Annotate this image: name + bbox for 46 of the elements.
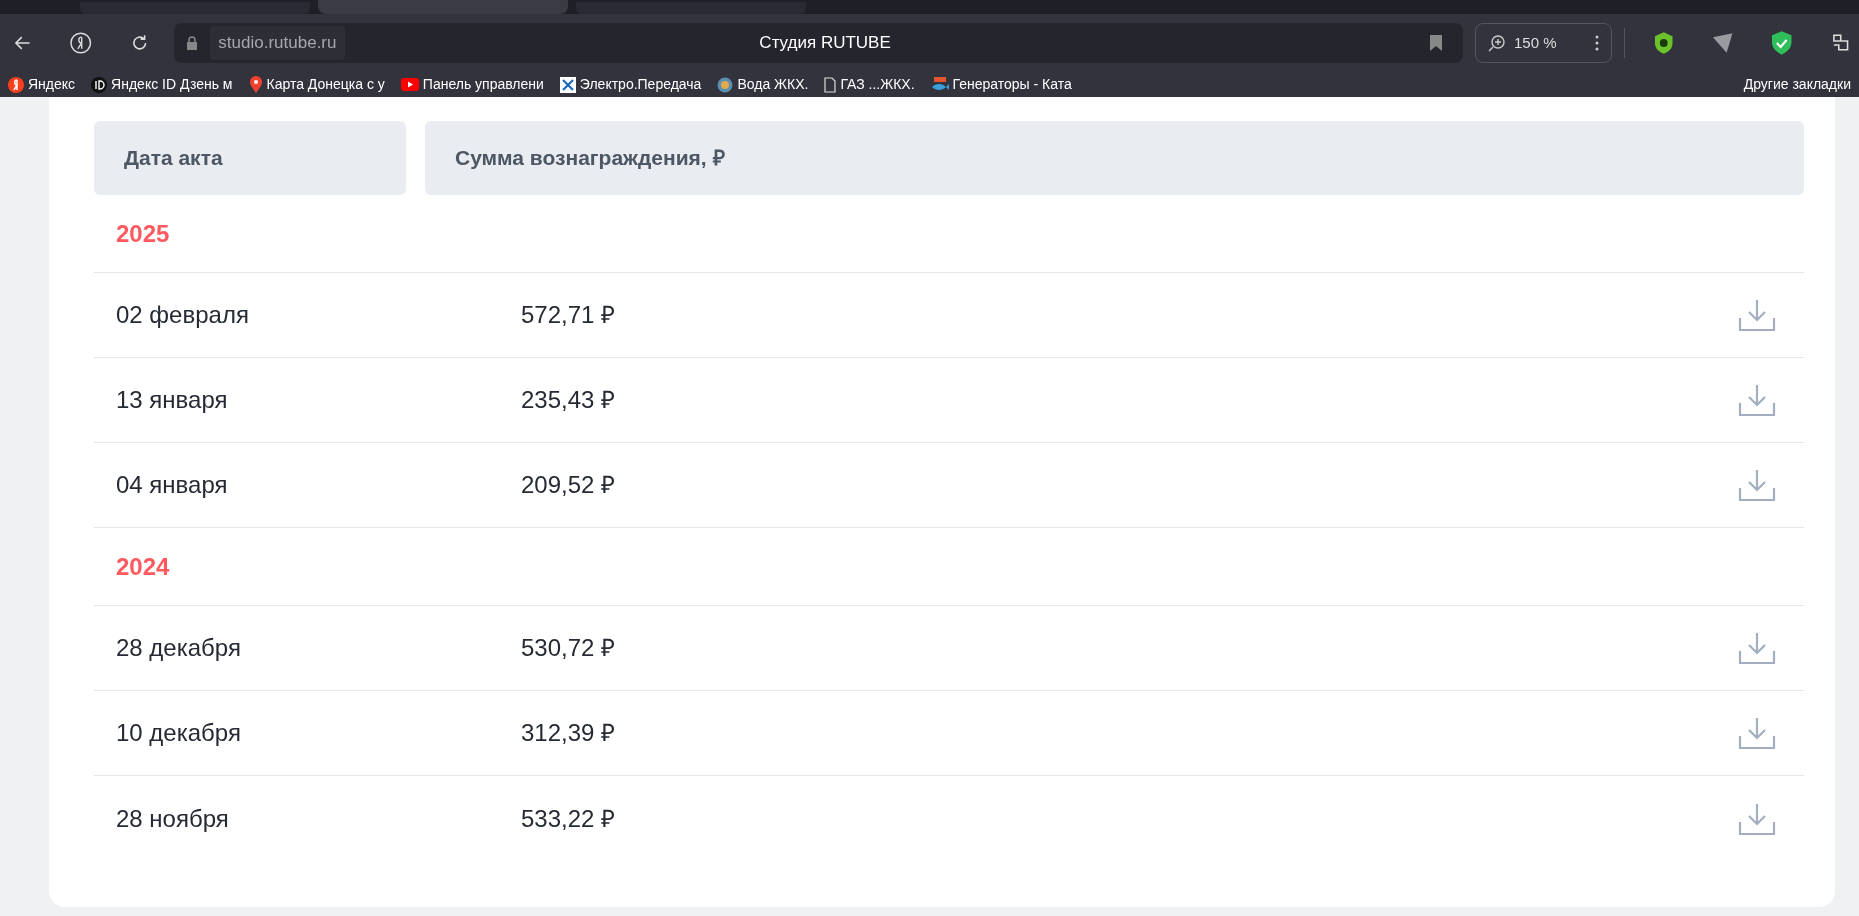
page-icon xyxy=(824,76,837,93)
table-cell-text: 02 февраля xyxy=(116,300,250,330)
yandex-icon xyxy=(8,76,24,93)
play-icon xyxy=(400,78,419,91)
table-cell-text: 209,52 ₽ xyxy=(521,470,616,500)
bookmark-link[interactable]: Панель управлени xyxy=(422,74,544,95)
table-cell-text: 235,43 ₽ xyxy=(521,385,616,415)
feather-icon[interactable] xyxy=(1710,31,1735,55)
zoom-control[interactable]: 150 % xyxy=(1475,23,1613,63)
shield-check-icon[interactable] xyxy=(1770,30,1794,56)
table-cell-text: 533,22 ₽ xyxy=(521,803,616,834)
year-label: 2024 xyxy=(116,551,170,582)
zoom-icon xyxy=(1488,34,1506,52)
bookmark-link[interactable]: ГАЗ ...ЖКХ. xyxy=(840,74,915,95)
table-cell-text: 530,72 ₽ xyxy=(521,633,616,663)
id-icon xyxy=(91,76,108,93)
address-bar[interactable]: studio.rutube.ru Студия RUTUBE xyxy=(174,23,1463,63)
table-cell-text: 04 января xyxy=(116,470,229,500)
pinwheel-icon xyxy=(559,76,576,93)
lock-icon xyxy=(186,36,199,50)
bookmark-link[interactable]: Яндекс xyxy=(28,74,76,95)
bookmark-link[interactable]: Генераторы - Ката xyxy=(952,74,1072,95)
globe-icon xyxy=(717,76,734,93)
year-label: 2025 xyxy=(116,218,170,249)
map-pin-icon xyxy=(248,75,263,94)
bookmark-link[interactable]: Вода ЖКХ. xyxy=(737,74,809,95)
bookmark-link[interactable]: Яндекс ID Дзень м xyxy=(111,74,233,95)
more-icon[interactable] xyxy=(1595,35,1600,51)
table-cell-text: 10 декабря xyxy=(116,718,242,748)
table-cell-text: 13 января xyxy=(116,385,229,415)
table-cell-text: 572,71 ₽ xyxy=(521,300,616,330)
url-text: studio.rutube.ru xyxy=(210,26,345,60)
other-bookmarks[interactable]: Другие закладки xyxy=(1743,74,1851,95)
column-header: Сумма вознаграждения, ₽ xyxy=(425,121,1804,195)
bookmark-icon[interactable] xyxy=(1429,34,1443,52)
table-cell-text: 312,39 ₽ xyxy=(521,718,616,748)
bookmark-link[interactable]: Карта Донецка с у xyxy=(266,74,385,95)
yandex-logo-icon[interactable] xyxy=(69,31,93,55)
table-cell-text: 28 декабря xyxy=(116,633,242,663)
page-title: Студия RUTUBE xyxy=(759,32,891,55)
table-cell-text: 28 ноября xyxy=(116,803,230,834)
bookmark-link[interactable]: Электро.Передача xyxy=(579,74,702,95)
zoom-level: 150 % xyxy=(1514,32,1557,53)
column-header: Дата акта xyxy=(94,121,406,195)
fish-icon xyxy=(930,76,949,93)
shield-bug-icon[interactable] xyxy=(1653,31,1675,55)
